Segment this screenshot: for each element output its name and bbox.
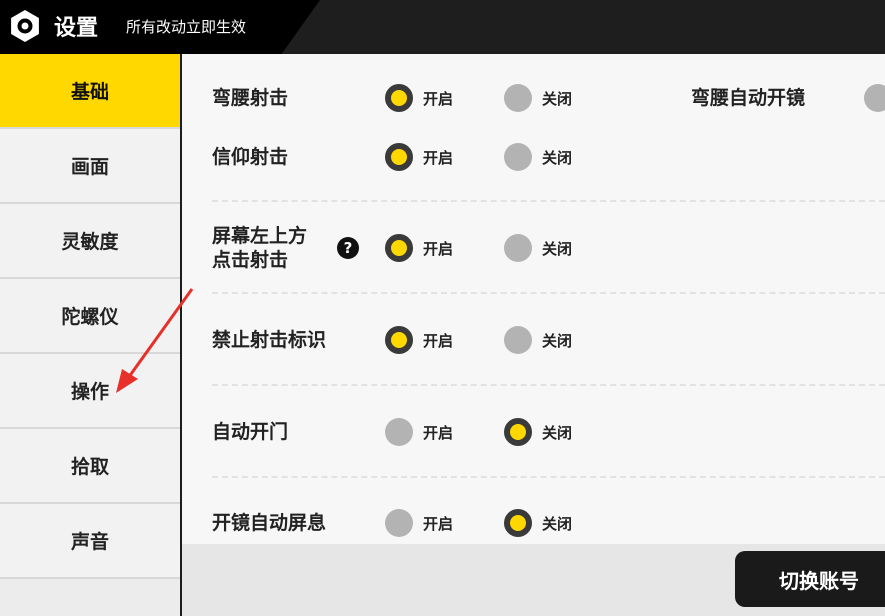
- switch-account-button[interactable]: 切换账号: [735, 551, 885, 607]
- sidebar-item-sensitivity[interactable]: 灵敏度: [0, 204, 180, 279]
- sidebar-item-gyroscope[interactable]: 陀螺仪: [0, 279, 180, 354]
- divider: [212, 200, 885, 202]
- setting-label-line1: 屏幕左上方: [212, 225, 308, 247]
- on-label: 开启: [423, 423, 454, 442]
- sidebar-item-display[interactable]: 画面: [0, 129, 180, 204]
- off-label: 关闭: [542, 423, 573, 442]
- setting-label: 开镜自动屏息: [212, 512, 327, 534]
- sidebar-item-controls[interactable]: 操作: [0, 354, 180, 429]
- on-option[interactable]: 开启: [385, 84, 453, 112]
- on-option[interactable]: 开启: [385, 509, 453, 537]
- setting-label-crouch-auto-scope: 弯腰自动开镜: [691, 87, 806, 109]
- radio-off-icon[interactable]: [504, 234, 532, 262]
- divider: [212, 384, 885, 386]
- divider: [212, 292, 885, 294]
- off-option[interactable]: 关闭: [504, 326, 572, 354]
- radio-on-icon[interactable]: [504, 509, 532, 537]
- settings-panel: 弯腰射击 开启 关闭 弯腰自动开镜 信仰射击 开启 关闭 屏幕左上方 点击射击 …: [182, 54, 885, 544]
- setting-label-line2: 点击射击: [212, 249, 289, 271]
- gear-icon: [11, 10, 39, 42]
- on-label: 开启: [423, 331, 454, 350]
- sidebar-item-sound[interactable]: 声音: [0, 504, 180, 579]
- on-label: 开启: [423, 514, 454, 533]
- off-label: 关闭: [542, 89, 573, 108]
- sidebar-item-basic[interactable]: 基础: [0, 54, 180, 129]
- on-option[interactable]: 开启: [385, 143, 453, 171]
- divider: [212, 476, 885, 478]
- setting-label: 禁止射击标识: [212, 329, 327, 351]
- page-title: 设置: [54, 16, 99, 41]
- radio-off-icon[interactable]: [864, 84, 885, 112]
- off-option[interactable]: 关闭: [504, 234, 572, 262]
- off-option[interactable]: 关闭: [504, 509, 572, 537]
- radio-off-icon[interactable]: [504, 143, 532, 171]
- radio-off-icon[interactable]: [385, 418, 413, 446]
- sidebar-item-pickup[interactable]: 拾取: [0, 429, 180, 504]
- page-subtitle: 所有改动立即生效: [126, 18, 247, 36]
- on-option[interactable]: 开启: [385, 234, 453, 262]
- off-label: 关闭: [542, 514, 573, 533]
- radio-off-icon[interactable]: [504, 84, 532, 112]
- radio-on-icon[interactable]: [385, 143, 413, 171]
- top-bar: 设置 所有改动立即生效: [0, 0, 885, 54]
- off-label: 关闭: [542, 148, 573, 167]
- sidebar: 基础 画面 灵敏度 陀螺仪 操作 拾取 声音: [0, 54, 180, 616]
- on-label: 开启: [423, 89, 454, 108]
- off-option[interactable]: 关闭: [504, 84, 572, 112]
- help-icon[interactable]: ?: [337, 237, 359, 259]
- on-option[interactable]: 开启: [385, 418, 453, 446]
- on-label: 开启: [423, 239, 454, 258]
- radio-on-icon[interactable]: [504, 418, 532, 446]
- off-option[interactable]: 关闭: [504, 418, 572, 446]
- setting-label: 弯腰射击: [212, 87, 289, 109]
- radio-on-icon[interactable]: [385, 84, 413, 112]
- crouch-auto-scope-option[interactable]: [864, 84, 885, 112]
- radio-on-icon[interactable]: [385, 234, 413, 262]
- radio-off-icon[interactable]: [504, 326, 532, 354]
- off-label: 关闭: [542, 239, 573, 258]
- setting-label: 信仰射击: [212, 146, 289, 168]
- radio-off-icon[interactable]: [385, 509, 413, 537]
- off-option[interactable]: 关闭: [504, 143, 572, 171]
- off-label: 关闭: [542, 331, 573, 350]
- on-label: 开启: [423, 148, 454, 167]
- setting-label: 自动开门: [212, 421, 289, 443]
- radio-on-icon[interactable]: [385, 326, 413, 354]
- on-option[interactable]: 开启: [385, 326, 453, 354]
